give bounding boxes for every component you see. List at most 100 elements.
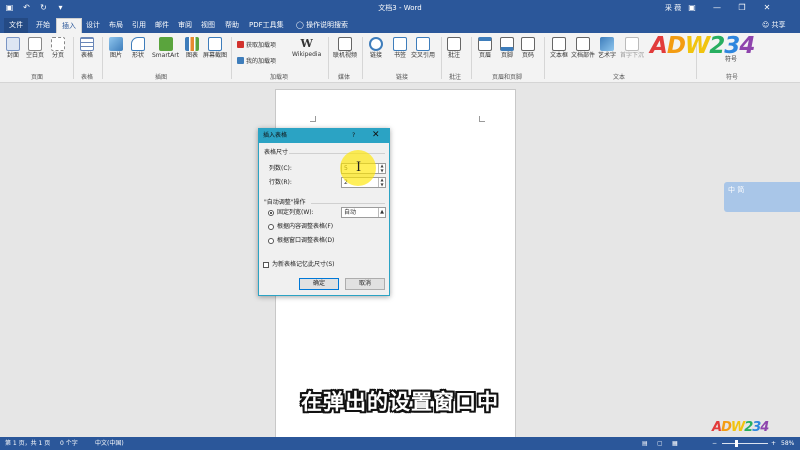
quick-parts-button[interactable]: 文档部件 bbox=[571, 37, 595, 60]
restore-icon[interactable]: ❐ bbox=[736, 2, 748, 14]
zoom-slider[interactable] bbox=[722, 443, 768, 444]
web-layout-icon[interactable]: ▦ bbox=[672, 439, 678, 448]
cross-reference-label: 交叉引用 bbox=[411, 52, 436, 59]
page-number-label: 页码 bbox=[521, 52, 534, 59]
close-icon[interactable]: ✕ bbox=[761, 2, 773, 14]
autofit-contents-radio[interactable] bbox=[268, 224, 274, 230]
link-button[interactable]: 链接 bbox=[369, 37, 383, 60]
watermark-letter: 3 bbox=[724, 33, 740, 59]
cover-page-label: 封面 bbox=[6, 52, 19, 59]
site-watermark-logo: ADW234 bbox=[712, 420, 769, 435]
dialog-title-bar[interactable]: 插入表格 ? ✕ bbox=[259, 129, 389, 143]
tab-view[interactable]: 视图 bbox=[196, 18, 220, 33]
drop-cap-button[interactable]: 首字下沉 bbox=[620, 37, 644, 60]
fixed-width-select[interactable]: 自动 ▲ bbox=[341, 207, 386, 218]
floating-watermark-text: 中 简 bbox=[728, 186, 745, 194]
ribbon-tabs: 文件 开始 插入 设计 布局 引用 邮件 审阅 视图 帮助 PDF工具集 ◯ 操… bbox=[0, 17, 800, 33]
tab-help[interactable]: 帮助 bbox=[220, 18, 244, 33]
bookmark-button[interactable]: 书签 bbox=[393, 37, 407, 60]
zoom-slider-thumb[interactable] bbox=[735, 440, 739, 447]
read-mode-icon[interactable]: ▤ bbox=[642, 439, 648, 448]
bookmark-label: 书签 bbox=[393, 52, 406, 59]
page-number-button[interactable]: 页码 bbox=[521, 37, 535, 60]
remember-size-checkbox[interactable] bbox=[263, 262, 269, 268]
video-icon bbox=[338, 37, 352, 51]
spinner-arrows-icon[interactable]: ▲ ▼ bbox=[378, 177, 385, 187]
fixed-width-radio[interactable] bbox=[268, 210, 274, 216]
ribbon-display-icon[interactable]: ▣ bbox=[686, 2, 698, 14]
remember-size-label[interactable]: 为新表格记忆此尺寸(S) bbox=[272, 261, 335, 269]
pictures-button[interactable]: 图片 bbox=[109, 37, 123, 60]
group-label-comments: 批注 bbox=[449, 74, 462, 81]
spinner-arrows-icon[interactable]: ▲ ▼ bbox=[378, 163, 385, 173]
comment-button[interactable]: 批注 bbox=[447, 37, 461, 60]
tab-file[interactable]: 文件 bbox=[4, 18, 28, 33]
minimize-icon[interactable]: — bbox=[711, 2, 723, 14]
text-box-button[interactable]: 文本框 bbox=[550, 37, 568, 60]
bookmark-icon bbox=[393, 37, 407, 51]
autofit-window-radio[interactable] bbox=[268, 238, 274, 244]
dialog-close-icon[interactable]: ✕ bbox=[372, 130, 380, 141]
group-separator bbox=[73, 37, 74, 79]
tab-pdf-tools[interactable]: PDF工具集 bbox=[244, 18, 289, 33]
zoom-out-icon[interactable]: − bbox=[712, 439, 717, 448]
share-button[interactable]: ☺ 共享 bbox=[762, 19, 786, 31]
cross-reference-button[interactable]: 交叉引用 bbox=[411, 37, 435, 60]
word-count[interactable]: 0 个字 bbox=[60, 439, 78, 448]
watermark-letter: W bbox=[684, 33, 710, 59]
word-window: ▣ ↶ ↻ ▾ 文档3 - Word 采 薇 ▣ — ❐ ✕ 文件 开始 插入 … bbox=[0, 0, 800, 450]
tab-review[interactable]: 审阅 bbox=[173, 18, 197, 33]
language-indicator[interactable]: 中文(中国) bbox=[95, 439, 124, 448]
my-addins-button[interactable]: 我的加载项 bbox=[237, 57, 276, 66]
columns-label: 列数(C): bbox=[269, 165, 292, 172]
group-label-pages: 页面 bbox=[31, 74, 44, 81]
tab-home[interactable]: 开始 bbox=[31, 18, 55, 33]
print-layout-icon[interactable]: ▢ bbox=[657, 439, 663, 448]
group-separator bbox=[231, 37, 232, 79]
group-label-text: 文本 bbox=[613, 74, 626, 81]
screenshot-button[interactable]: 屏幕截图 bbox=[203, 37, 227, 60]
help-search[interactable]: ◯ 操作说明搜索 bbox=[296, 19, 348, 31]
chart-label: 图表 bbox=[185, 52, 198, 59]
group-separator bbox=[544, 37, 545, 79]
spinner-arrows-icon[interactable]: ▲ bbox=[378, 208, 385, 217]
page-break-icon bbox=[51, 37, 65, 51]
tab-layout[interactable]: 布局 bbox=[104, 18, 128, 33]
tab-mailings[interactable]: 邮件 bbox=[150, 18, 174, 33]
smartart-button[interactable]: SmartArt bbox=[152, 37, 179, 60]
footer-label: 页脚 bbox=[500, 52, 513, 59]
watermark-letter: 2 bbox=[709, 33, 725, 59]
blank-page-button[interactable]: 空白页 bbox=[26, 37, 44, 60]
get-addins-button[interactable]: 获取加载项 bbox=[237, 41, 276, 50]
wordart-label: 艺术字 bbox=[598, 52, 617, 59]
table-icon bbox=[80, 37, 94, 51]
zoom-in-icon[interactable]: + bbox=[771, 439, 776, 448]
fixed-width-label[interactable]: 固定列宽(W): bbox=[277, 209, 314, 217]
cancel-button[interactable]: 取消 bbox=[345, 278, 385, 290]
ok-button[interactable]: 确定 bbox=[299, 278, 339, 290]
table-button[interactable]: 表格 bbox=[80, 37, 94, 60]
cover-page-button[interactable]: 封面 bbox=[6, 37, 20, 60]
drop-cap-label: 首字下沉 bbox=[620, 52, 645, 59]
autofit-contents-label[interactable]: 根据内容调整表格(F) bbox=[277, 223, 333, 231]
page-count[interactable]: 第 1 页，共 1 页 bbox=[5, 439, 50, 448]
zoom-level[interactable]: 58% bbox=[781, 439, 794, 448]
group-separator bbox=[441, 37, 442, 79]
page-break-button[interactable]: 分页 bbox=[51, 37, 65, 60]
tab-design[interactable]: 设计 bbox=[81, 18, 105, 33]
tab-insert[interactable]: 插入 bbox=[56, 18, 82, 33]
tab-references[interactable]: 引用 bbox=[127, 18, 151, 33]
fixed-width-value: 自动 bbox=[344, 209, 357, 216]
quick-parts-label: 文档部件 bbox=[571, 52, 596, 59]
header-button[interactable]: 页眉 bbox=[478, 37, 492, 60]
online-video-button[interactable]: 联机视频 bbox=[333, 37, 357, 60]
help-icon[interactable]: ? bbox=[352, 132, 355, 140]
wordart-button[interactable]: 艺术字 bbox=[598, 37, 616, 60]
wikipedia-button[interactable]: W Wikipedia bbox=[292, 37, 321, 59]
shapes-button[interactable]: 形状 bbox=[131, 37, 145, 60]
chart-button[interactable]: 图表 bbox=[185, 37, 199, 60]
group-label-tables: 表格 bbox=[81, 74, 94, 81]
autofit-window-label[interactable]: 根据窗口调整表格(D) bbox=[277, 237, 334, 245]
user-name[interactable]: 采 薇 bbox=[665, 3, 681, 13]
footer-button[interactable]: 页脚 bbox=[500, 37, 514, 60]
